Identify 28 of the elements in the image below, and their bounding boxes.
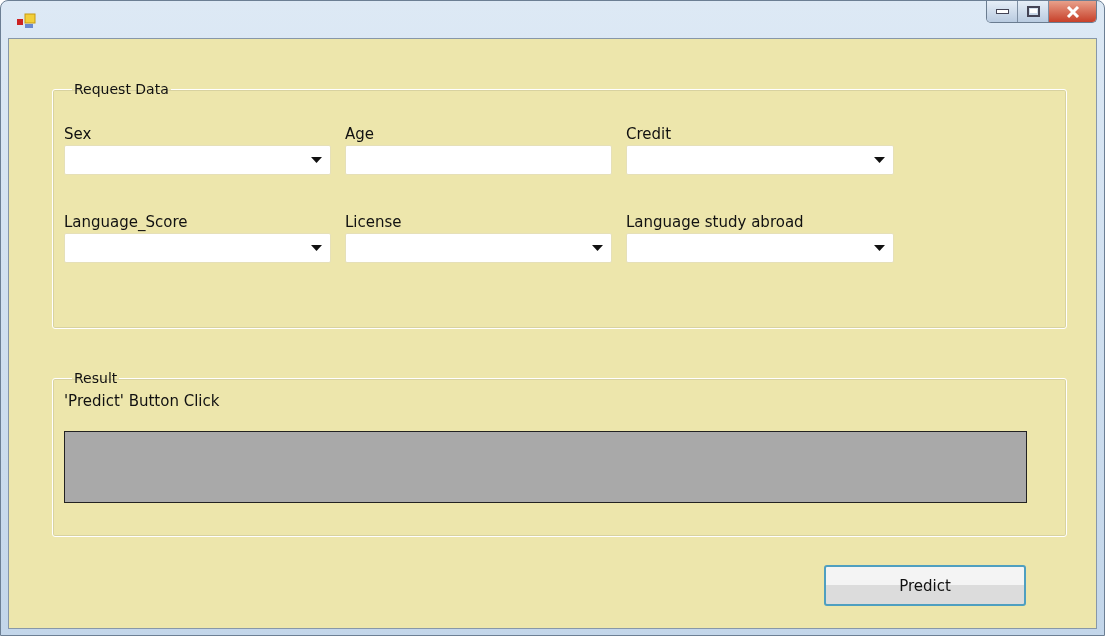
dropdown-arrow-icon: [311, 245, 322, 251]
group-title: Result: [73, 370, 119, 386]
dropdown[interactable]: [626, 145, 894, 175]
close-icon: [1065, 5, 1080, 18]
result-caption: 'Predict' Button Click: [64, 392, 221, 412]
dropdown-arrow-icon: [874, 245, 885, 251]
field-label: Credit: [626, 124, 673, 145]
field-label: Language_Score: [64, 212, 189, 233]
dropdown-arrow-icon: [311, 157, 322, 163]
field-label: License: [345, 212, 403, 233]
field-label: Age: [345, 124, 375, 145]
dropdown[interactable]: [626, 233, 894, 263]
text-field[interactable]: [345, 145, 612, 175]
maximize-icon: [1026, 6, 1040, 17]
app-icon: [16, 13, 38, 29]
dropdown[interactable]: [64, 233, 331, 263]
minimize-button[interactable]: [987, 1, 1018, 22]
dropdown[interactable]: [345, 233, 612, 263]
field-label: Sex: [64, 124, 93, 145]
close-button[interactable]: [1049, 1, 1096, 22]
dropdown-arrow-icon: [874, 157, 885, 163]
group-title: Request Data: [73, 81, 170, 97]
minimize-icon: [995, 9, 1009, 14]
predict-button[interactable]: Predict: [824, 565, 1026, 606]
dropdown[interactable]: [64, 145, 331, 175]
field-label: Language study abroad: [626, 212, 805, 233]
maximize-button[interactable]: [1018, 1, 1049, 22]
dropdown-arrow-icon: [592, 245, 603, 251]
